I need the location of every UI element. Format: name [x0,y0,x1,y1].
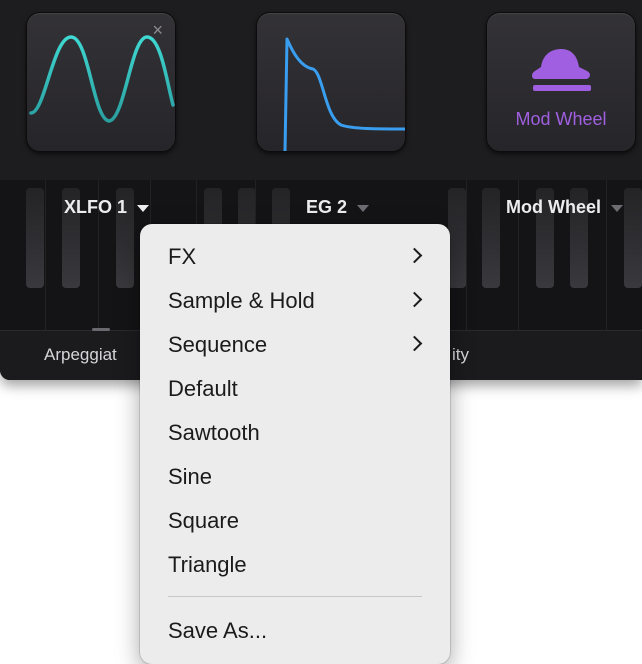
menu-item-label: Default [168,376,238,401]
mod-wheel-module-tile[interactable]: Mod Wheel [486,12,636,152]
eg-2-source-dropdown[interactable]: EG 2 [306,197,370,218]
xlfo-1-source-dropdown[interactable]: XLFO 1 [64,197,150,218]
caret-down-icon [357,204,370,212]
waveform-context-menu: FX Sample & Hold Sequence Default Sawtoo… [140,224,450,664]
menu-item-sample-and-hold[interactable]: Sample & Hold [140,280,450,320]
menu-item-label: Sample & Hold [168,288,315,313]
menu-item-label: FX [168,244,197,269]
menu-item-sawtooth[interactable]: Sawtooth [140,412,450,452]
piano-key [482,188,500,288]
piano-key [448,188,466,288]
scroll-indicator [92,328,110,331]
envelope-curve-icon [283,37,405,151]
mod-wheel-tile-label: Mod Wheel [515,109,607,129]
caret-down-icon [611,204,623,212]
chevron-right-icon [406,335,423,352]
eg-2-label: EG 2 [306,197,348,217]
xlfo-1-label: XLFO 1 [64,197,128,217]
chevron-right-icon [406,247,423,264]
mod-wheel-icon [532,49,591,91]
menu-item-sine[interactable]: Sine [140,456,450,496]
menu-item-label: Sequence [168,332,268,357]
menu-item-label: Sawtooth [168,420,260,445]
caret-down-icon [137,204,150,212]
eg-2-module-tile[interactable] [256,12,406,152]
arpeggiator-tab-label[interactable]: Arpeggiat [44,345,117,365]
menu-separator [168,596,422,597]
menu-item-label: Square [168,508,239,533]
menu-item-label: Save As... [168,618,268,643]
menu-item-triangle[interactable]: Triangle [140,544,450,584]
piano-key [26,188,44,288]
mod-wheel-source-dropdown[interactable]: Mod Wheel [506,197,623,218]
menu-item-fx[interactable]: FX [140,236,450,276]
chevron-right-icon [406,291,423,308]
xlfo-1-module-tile[interactable]: × [26,12,176,152]
menu-item-label: Triangle [168,552,247,577]
bottom-tab-label[interactable]: ity [452,345,469,365]
close-icon[interactable]: × [152,21,163,39]
menu-item-default[interactable]: Default [140,368,450,408]
menu-item-save-as[interactable]: Save As... [140,610,450,650]
menu-item-square[interactable]: Square [140,500,450,540]
menu-item-sequence[interactable]: Sequence [140,324,450,364]
mod-wheel-label: Mod Wheel [506,197,601,217]
menu-item-label: Sine [168,464,213,489]
piano-key [624,188,642,288]
